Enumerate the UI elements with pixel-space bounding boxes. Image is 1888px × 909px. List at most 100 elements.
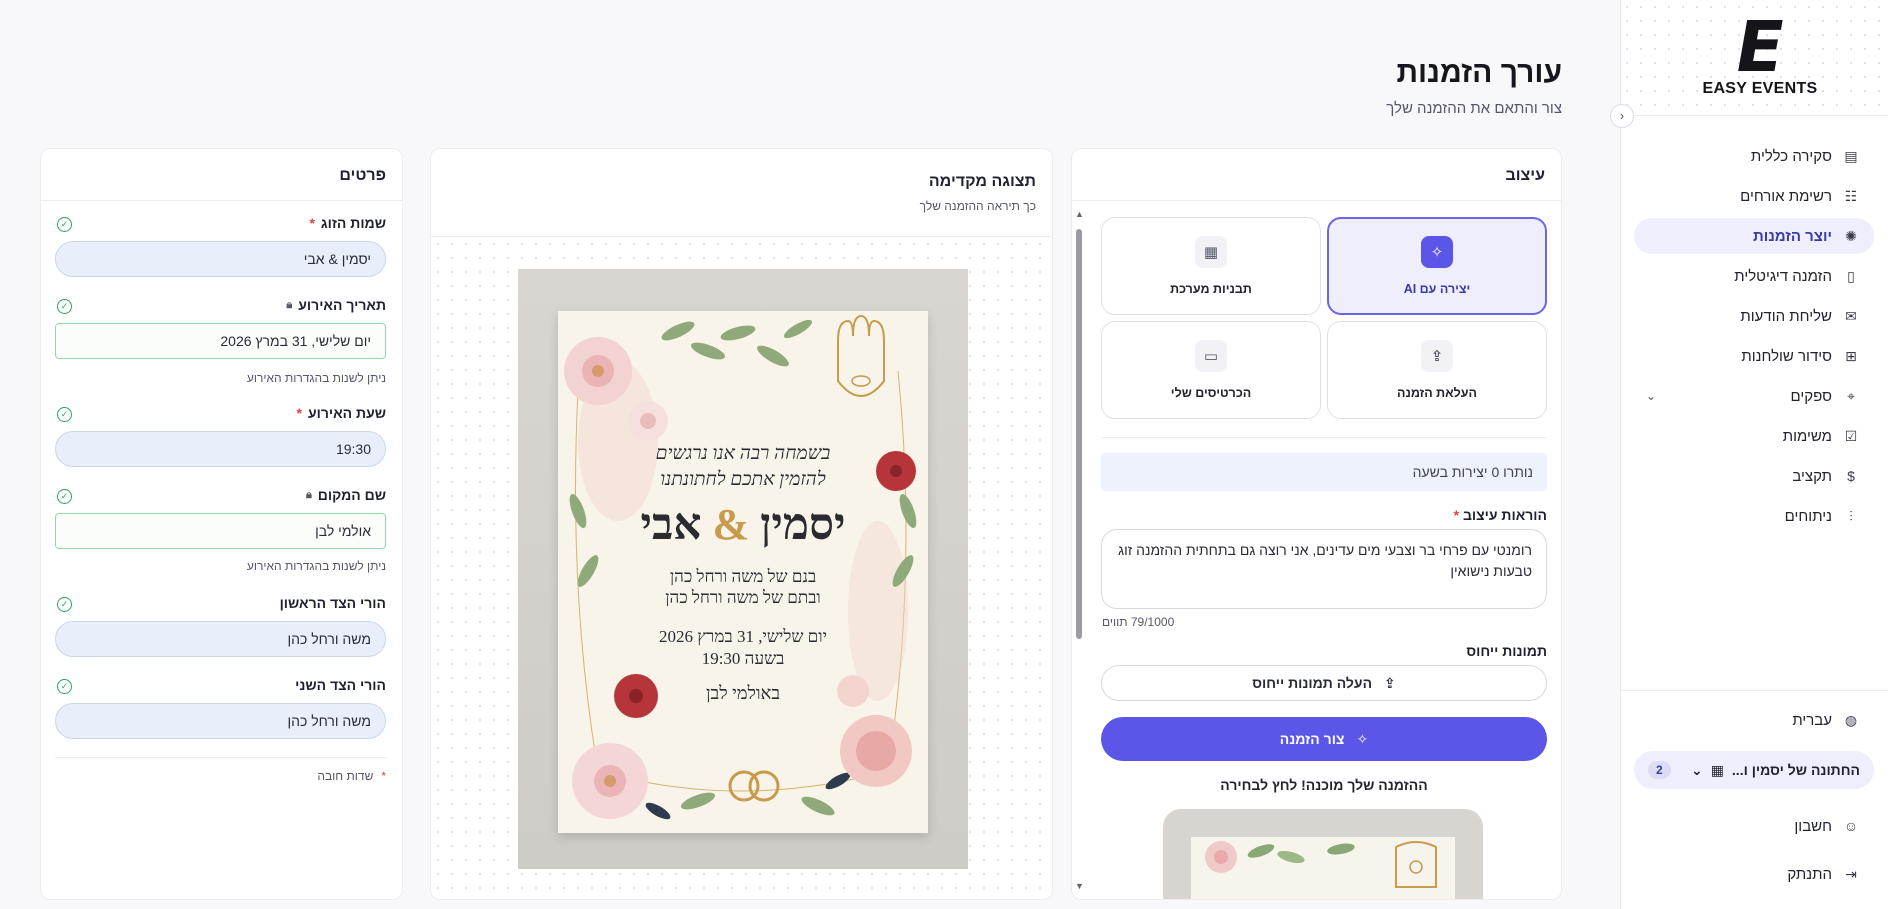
preview-subtitle: כך תיראה ההזמנה שלך xyxy=(919,199,1036,213)
design-options: ✧ יצירה עם AI ▦ תבניות מערכת ⇪ העלאת הזמ… xyxy=(1101,217,1547,419)
logo-area: E EASY EVENTS xyxy=(1620,0,1888,116)
first-parents-label: הורי הצד הראשון xyxy=(279,595,386,611)
sidebar-item-budget[interactable]: $ תקציב xyxy=(1634,458,1874,494)
message-icon: ✉ xyxy=(1845,307,1857,324)
required-fields-note: * שדות חובה xyxy=(317,769,386,783)
sidebar-item-tasks[interactable]: ☑ משימות xyxy=(1634,418,1874,454)
check-circle-icon: ✓ xyxy=(57,217,72,232)
groom-name: אבי xyxy=(640,500,702,549)
thumbnail-floral-art xyxy=(1205,841,1437,888)
ready-message: ההזמנה שלך מוכנה! לחץ לבחירה xyxy=(1220,777,1428,793)
generated-invitation-thumbnail[interactable] xyxy=(1163,809,1483,899)
upload-reference-button[interactable]: ⇪ העלה תמונות ייחוס xyxy=(1101,665,1547,701)
sidebar-nav: ▤ סקירה כללית ☷ רשימת אורחים ✺ יוצר הזמנ… xyxy=(1634,138,1874,538)
location-icon: ⌖ xyxy=(1847,387,1855,404)
second-parents-input[interactable]: משה ורחל כהן xyxy=(55,703,386,739)
event-date-label: תאריך האירוע 🔒︎ xyxy=(286,297,386,313)
sidebar-item-label: סידור שולחנות xyxy=(1741,347,1832,365)
option-label: העלאת הזמנה xyxy=(1397,386,1477,400)
option-label: הכרטיסים שלי xyxy=(1170,386,1252,400)
details-panel: פרטים שמות הזוג * ✓ יסמין & אבי תאריך האי… xyxy=(40,148,403,900)
option-system-templates[interactable]: ▦ תבניות מערכת xyxy=(1101,217,1321,315)
check-circle-icon: ✓ xyxy=(57,597,72,612)
sidebar-item-label: הזמנה דיגיטלית xyxy=(1734,267,1832,285)
sidebar-item-invitation-creator[interactable]: ✺ יוצר הזמנות xyxy=(1634,218,1874,254)
scroll-up-icon[interactable]: ▲ xyxy=(1075,209,1084,219)
invitation-card[interactable]: בשמחה רבה אנו נרגשים להזמין אתכם לחתונתנ… xyxy=(558,311,928,833)
bride-name: יסמין xyxy=(760,500,846,549)
sidebar-footer: ◍ עברית החתונה של יסמין ו... ▦ ⌄ 2 ☺ חשב… xyxy=(1620,690,1888,883)
lock-icon: 🔒︎ xyxy=(305,488,312,501)
second-parents-label: הורי הצד השני xyxy=(295,677,386,693)
event-date-input[interactable]: יום שלישי, 31 במרץ 2026 xyxy=(55,323,386,359)
chevron-left-icon: ‹ xyxy=(1619,108,1625,123)
create-label: צור הזמנה xyxy=(1279,731,1345,747)
sidebar: E EASY EVENTS ‹ ▤ סקירה כללית ☷ רשימת או… xyxy=(1610,0,1888,909)
preview-panel: תצוגה מקדימה כך תיראה ההזמנה שלך בשמחה ר… xyxy=(430,148,1053,900)
collapse-sidebar-button[interactable]: ‹ xyxy=(1610,104,1634,128)
event-date-hint: ניתן לשנות בהגדרות האירוע xyxy=(246,371,386,385)
option-my-cards[interactable]: ▭ הכרטיסים שלי xyxy=(1101,321,1321,419)
scrollbar-thumb[interactable] xyxy=(1076,229,1082,639)
sidebar-item-analytics[interactable]: ⫶ ניתוחים xyxy=(1634,498,1874,534)
sidebar-item-seating[interactable]: ⊞ סידור שולחנות xyxy=(1634,338,1874,374)
option-label: יצירה עם AI xyxy=(1403,282,1471,296)
sidebar-item-label: יוצר הזמנות xyxy=(1753,227,1832,245)
divider xyxy=(1101,437,1547,438)
first-parents-input[interactable]: משה ורחל כהן xyxy=(55,621,386,657)
check-circle-icon: ✓ xyxy=(57,679,72,694)
scroll-down-icon[interactable]: ▼ xyxy=(1075,881,1084,891)
couple-names-label: שמות הזוג * xyxy=(309,215,386,231)
language-selector[interactable]: ◍ עברית xyxy=(1792,711,1860,729)
design-panel: עיצוב ▲ ▼ ✧ יצירה עם AI ▦ תבניות מערכת ⇪… xyxy=(1071,148,1562,900)
chevron-down-icon[interactable]: ⌄ xyxy=(1646,389,1656,403)
option-upload-invitation[interactable]: ⇪ העלאת הזמנה xyxy=(1327,321,1547,419)
sidebar-item-label: ספקים xyxy=(1790,387,1832,405)
sidebar-item-vendors[interactable]: ⌖ ספקים ⌄ xyxy=(1634,378,1874,414)
tables-icon: ⊞ xyxy=(1845,347,1857,364)
sidebar-item-overview[interactable]: ▤ סקירה כללית xyxy=(1634,138,1874,174)
scrollbar[interactable]: ▲ ▼ xyxy=(1074,209,1084,899)
sidebar-item-digital-invitation[interactable]: ▯ הזמנה דיגיטלית xyxy=(1634,258,1874,294)
preview-title: תצוגה מקדימה xyxy=(928,173,1036,190)
account-label: חשבון xyxy=(1794,817,1832,835)
char-counter: 79/1000 תווים xyxy=(1102,615,1175,629)
globe-icon: ◍ xyxy=(1844,711,1858,728)
guests-icon: ☷ xyxy=(1844,187,1858,204)
design-panel-title: עיצוב xyxy=(1072,149,1561,201)
sparkle-icon: ✧ xyxy=(1356,730,1369,747)
check-circle-icon: ✓ xyxy=(57,489,72,504)
invite-line-2: להזמין אתכם לחתונתנו xyxy=(660,469,826,490)
sidebar-item-label: ניתוחים xyxy=(1784,507,1832,525)
option-label: תבניות מערכת xyxy=(1170,282,1252,296)
sidebar-item-account[interactable]: ☺ חשבון xyxy=(1794,817,1860,835)
invitation-backdrop: בשמחה רבה אנו נרגשים להזמין אתכם לחתונתנ… xyxy=(518,269,968,869)
venue-label: שם המקום 🔒︎ xyxy=(305,487,386,503)
invite-venue: באולמי לבן xyxy=(705,683,781,703)
design-instructions-textarea[interactable]: רומנטי עם פרחי בר וצבעי מים עדינים, אני … xyxy=(1101,529,1547,609)
template-icon: ▦ xyxy=(1195,236,1227,268)
create-invitation-button[interactable]: ✧ צור הזמנה xyxy=(1101,717,1547,761)
user-icon: ☺ xyxy=(1843,818,1859,834)
logo[interactable]: E EASY EVENTS xyxy=(1700,6,1820,98)
invite-time: בשעה 19:30 xyxy=(701,649,785,668)
option-ai-create[interactable]: ✧ יצירה עם AI xyxy=(1327,217,1547,315)
ai-sparkle-icon: ✧ xyxy=(1421,236,1453,268)
event-time-input[interactable]: 19:30 xyxy=(55,431,386,467)
event-time-label: שעת האירוע * xyxy=(296,405,387,421)
event-selector[interactable]: החתונה של יסמין ו... ▦ ⌄ 2 xyxy=(1634,751,1874,789)
dashboard-icon: ▤ xyxy=(1844,147,1858,164)
calendar-icon: ▦ xyxy=(1710,761,1724,778)
folder-icon: ▭ xyxy=(1195,340,1227,372)
invite-couple-names: יסמין & אבי xyxy=(558,499,928,550)
sidebar-item-messages[interactable]: ✉ שליחת הודעות xyxy=(1634,298,1874,334)
chevron-down-icon: ⌄ xyxy=(1690,761,1703,778)
sidebar-item-label: רשימת אורחים xyxy=(1740,187,1832,205)
logout-button[interactable]: ⇥ התנתק xyxy=(1787,865,1860,883)
sidebar-item-guests[interactable]: ☷ רשימת אורחים xyxy=(1634,178,1874,214)
logo-mark: E xyxy=(1728,6,1792,88)
sidebar-item-label: משימות xyxy=(1782,427,1832,445)
invite-line-1: בשמחה רבה אנו נרגשים xyxy=(655,443,831,464)
venue-input[interactable]: אולמי לבן xyxy=(55,513,386,549)
couple-names-input[interactable]: יסמין & אבי xyxy=(55,241,386,277)
